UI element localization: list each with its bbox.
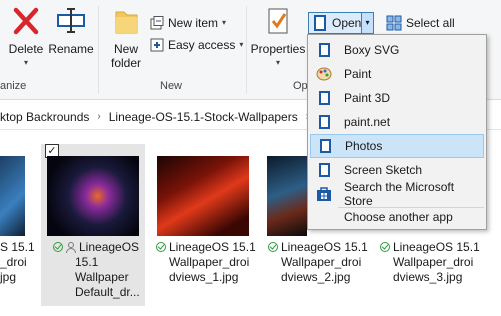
rename-label: Rename xyxy=(48,42,94,56)
menu-item-label: paint.net xyxy=(344,115,391,129)
rename-icon xyxy=(57,8,85,33)
ribbon-divider xyxy=(98,6,99,94)
ribbon-divider xyxy=(246,6,247,94)
delete-x-icon xyxy=(13,7,39,35)
menu-item-label: Photos xyxy=(345,139,383,153)
file-label-line: dviews_1.jpg xyxy=(169,270,239,284)
menu-item-boxy-svg[interactable]: Boxy SVG xyxy=(310,38,484,62)
paint-palette-icon xyxy=(316,66,332,82)
boxy-svg-icon xyxy=(316,42,332,58)
delete-label: Delete xyxy=(8,42,44,56)
sync-status-icon xyxy=(156,242,166,252)
easy-access-icon xyxy=(150,38,164,52)
file-label-line: Wallpaper xyxy=(75,270,129,284)
menu-item-label: Paint xyxy=(344,67,372,81)
menu-item-paint-3d[interactable]: Paint 3D xyxy=(310,86,484,110)
file-label: LineageOS 15.1 Wallpaper Default_dr... xyxy=(53,240,140,300)
file-label-text: LineageOS 15.1 xyxy=(393,240,480,254)
file-label-line: dviews_3.jpg xyxy=(393,270,463,284)
shared-person-icon xyxy=(66,242,76,253)
paint-net-icon xyxy=(316,114,332,130)
thumbnail xyxy=(157,156,249,236)
file-label-line: dviews_2.jpg xyxy=(281,270,351,284)
menu-item-choose-another-app[interactable]: Choose another app xyxy=(310,205,484,229)
chevron-down-icon: ▾ xyxy=(23,58,28,67)
file-label-text: LineageOS 15.1 xyxy=(281,240,368,254)
open-with-menu: Boxy SVG Paint Paint 3D paint.net Photos… xyxy=(307,34,487,230)
sync-status-icon xyxy=(53,242,63,252)
select-all-label: Select all xyxy=(406,16,455,30)
properties-checkmark-icon xyxy=(268,8,288,34)
thumbnail xyxy=(267,156,307,236)
file-label: LineageOS 15.1 Wallpaper_droi dviews_3.j… xyxy=(380,240,480,285)
file-label: LineageOS 15.1 Wallpaper_droi dviews_1.j… xyxy=(156,240,256,285)
menu-item-label: Search the Microsoft Store xyxy=(344,180,455,208)
open-app-icon xyxy=(314,15,326,31)
file-label-line: 15.1 xyxy=(75,255,99,269)
menu-item-label: Choose another app xyxy=(344,210,453,224)
menu-item-microsoft-store[interactable]: Search the Microsoft Store xyxy=(310,180,484,208)
new-folder-line2: folder xyxy=(110,56,142,70)
file-label-line: Wallpaper_droi xyxy=(169,255,250,269)
breadcrumb-segment[interactable]: ktop Backrounds xyxy=(0,110,89,124)
rename-button[interactable]: Rename xyxy=(48,6,94,56)
file-label-line: LineageOS 15.1 xyxy=(268,240,368,255)
easy-access-button[interactable]: Easy access ▾ xyxy=(150,36,243,54)
file-label-line: Default_dr... xyxy=(75,285,140,299)
file-label-line: jpg xyxy=(0,270,17,284)
menu-item-paint-net[interactable]: paint.net xyxy=(310,110,484,134)
new-folder-line1: New xyxy=(113,42,138,56)
open-button[interactable]: Open ▾ xyxy=(308,12,374,34)
file-label-line: LineageOS 15.1 xyxy=(156,240,256,255)
file-label: S 15.1 _droi jpg xyxy=(0,240,35,285)
group-label-new: New xyxy=(160,80,183,92)
paint-3d-icon xyxy=(316,90,332,106)
menu-item-label: Screen Sketch xyxy=(344,163,423,177)
group-label-organize: anize xyxy=(0,80,27,92)
file-label-line: LineageOS 15.1 xyxy=(380,240,480,255)
menu-item-screen-sketch[interactable]: Screen Sketch xyxy=(310,158,484,182)
group-label-open: Op xyxy=(293,80,308,92)
file-label-text: LineageOS xyxy=(79,240,140,254)
menu-item-label: Paint 3D xyxy=(344,91,391,105)
new-item-button[interactable]: New item ▾ xyxy=(150,14,226,32)
store-icon xyxy=(316,186,332,202)
new-item-icon xyxy=(150,16,164,30)
select-all-icon xyxy=(386,15,402,31)
open-label: Open xyxy=(332,16,362,30)
menu-item-label: Boxy SVG xyxy=(344,43,400,57)
breadcrumb-segment[interactable]: Lineage-OS-15.1-Stock-Wallpapers xyxy=(109,110,298,124)
new-folder-button[interactable]: New folder xyxy=(104,6,148,70)
chevron-down-icon: ▾ xyxy=(275,58,280,67)
folder-icon xyxy=(115,11,138,34)
file-label-text: LineageOS 15.1 xyxy=(169,240,256,254)
chevron-down-icon[interactable]: ▾ xyxy=(361,13,373,33)
chevron-down-icon: ▾ xyxy=(239,40,244,49)
file-label: LineageOS 15.1 Wallpaper_droi dviews_2.j… xyxy=(268,240,368,285)
sync-status-icon xyxy=(268,242,278,252)
file-label-line: LineageOS xyxy=(53,240,140,255)
easy-access-label: Easy access xyxy=(168,38,236,52)
file-label-line: Wallpaper_droi xyxy=(393,255,474,269)
thumbnail xyxy=(47,156,139,236)
menu-item-photos[interactable]: Photos xyxy=(310,134,484,158)
properties-button[interactable]: Properties ▾ xyxy=(250,6,306,70)
chevron-down-icon: ▾ xyxy=(222,18,227,27)
file-label-line: S 15.1 xyxy=(0,240,35,254)
properties-label: Properties xyxy=(250,42,306,56)
blank-icon xyxy=(316,209,332,225)
menu-item-paint[interactable]: Paint xyxy=(310,62,484,86)
select-all-button[interactable]: Select all xyxy=(386,14,455,32)
chevron-right-icon[interactable]: › xyxy=(97,111,100,122)
screen-sketch-icon xyxy=(316,162,332,178)
file-label-line: Wallpaper_droi xyxy=(281,255,362,269)
sync-status-icon xyxy=(380,242,390,252)
file-item-selected[interactable]: ✓ LineageOS 15.1 Wallpaper Default_dr... xyxy=(41,144,145,306)
thumbnail xyxy=(0,156,25,236)
photos-icon xyxy=(317,138,333,154)
new-item-label: New item xyxy=(168,16,219,30)
file-label-line: _droi xyxy=(0,255,27,269)
delete-button[interactable]: Delete ▾ xyxy=(8,6,44,70)
